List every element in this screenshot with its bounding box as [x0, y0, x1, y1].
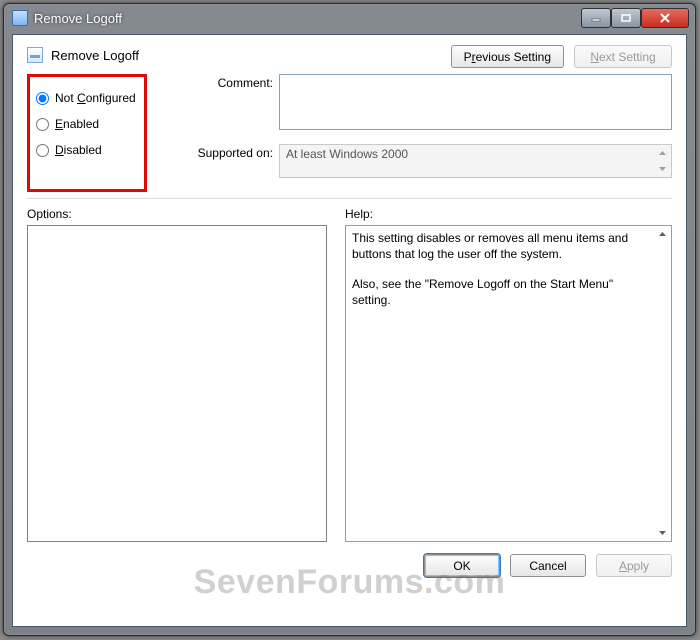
radio-disabled[interactable]: [36, 144, 49, 157]
radio-enabled[interactable]: [36, 118, 49, 131]
comment-textarea[interactable]: [279, 74, 672, 130]
previous-setting-button[interactable]: Previous Setting: [451, 45, 564, 68]
radio-not-configured-label[interactable]: Not Configured: [55, 91, 136, 105]
options-panel: [27, 225, 327, 542]
radio-not-configured[interactable]: [36, 92, 49, 105]
radio-enabled-label[interactable]: Enabled: [55, 117, 99, 131]
help-panel: This setting disables or removes all men…: [345, 225, 672, 542]
close-button[interactable]: [641, 8, 689, 28]
window-controls: [581, 8, 689, 28]
app-icon: [12, 10, 28, 26]
titlebar[interactable]: Remove Logoff: [4, 4, 695, 32]
comment-label: Comment:: [177, 74, 279, 90]
help-label: Help:: [345, 207, 672, 221]
state-radio-group: Not Configured Enabled Disabled: [27, 74, 147, 192]
window-title: Remove Logoff: [34, 11, 581, 26]
radio-disabled-label[interactable]: Disabled: [55, 143, 102, 157]
scroll-up-icon: [654, 145, 671, 161]
maximize-button[interactable]: [611, 8, 641, 28]
supported-on-value: At least Windows 2000: [279, 144, 672, 178]
scroll-down-icon: [654, 161, 671, 177]
window-frame: Remove Logoff Remove Logoff Previous Set…: [3, 3, 696, 636]
help-text-2: Also, see the "Remove Logoff on the Star…: [352, 276, 651, 308]
client-area: Remove Logoff Previous Setting Next Sett…: [12, 34, 687, 627]
supported-on-label: Supported on:: [177, 144, 279, 160]
apply-button: Apply: [596, 554, 672, 577]
next-setting-button: Next Setting: [574, 45, 672, 68]
scroll-down-icon: [654, 525, 671, 541]
policy-name: Remove Logoff: [51, 48, 139, 63]
options-label: Options:: [27, 207, 327, 221]
cancel-button[interactable]: Cancel: [510, 554, 586, 577]
minimize-button[interactable]: [581, 8, 611, 28]
ok-button[interactable]: OK: [424, 554, 500, 577]
supported-on-scrollbar: [654, 145, 671, 177]
help-scrollbar: [654, 226, 671, 541]
policy-icon: [27, 47, 43, 63]
scroll-up-icon: [654, 226, 671, 242]
divider: [27, 198, 672, 199]
help-text-1: This setting disables or removes all men…: [352, 230, 651, 262]
